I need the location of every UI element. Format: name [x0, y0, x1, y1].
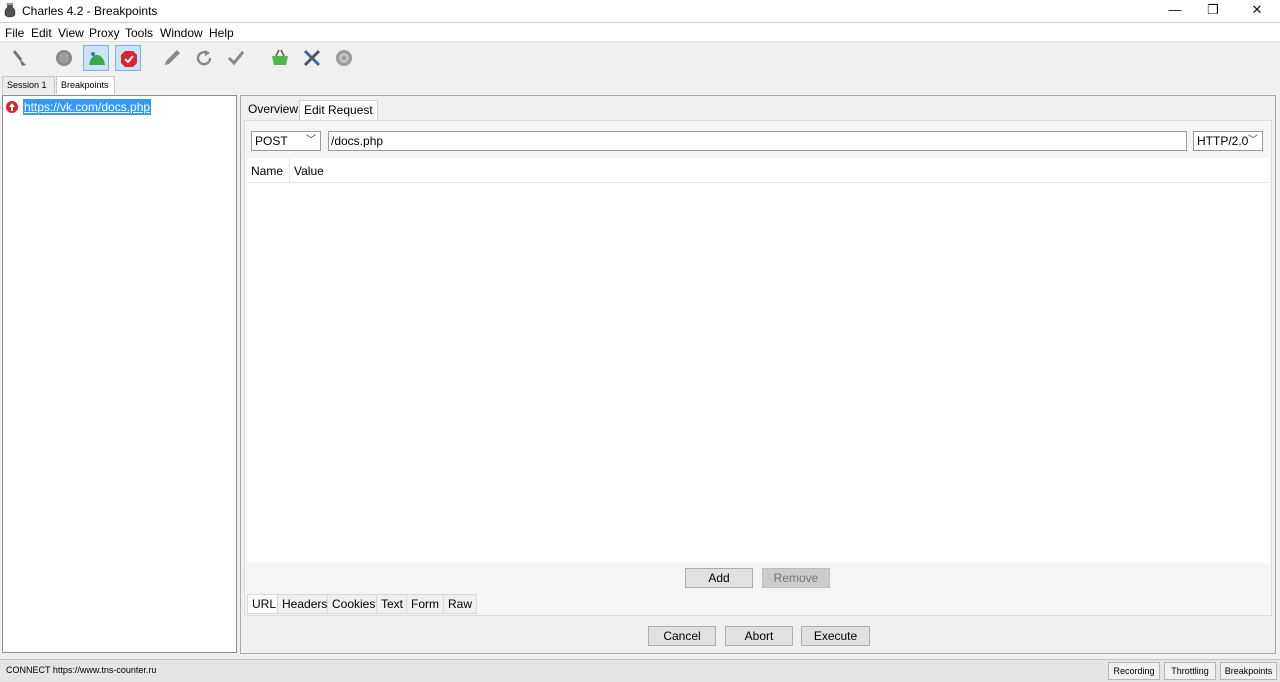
breakpoints-toggle-button[interactable] [115, 45, 141, 71]
record-button[interactable] [51, 45, 77, 71]
query-params-table[interactable]: Name Value [247, 158, 1269, 563]
subtab-raw[interactable]: Raw [443, 594, 478, 614]
subtab-headers[interactable]: Headers [277, 594, 333, 614]
charles-jug-icon [4, 3, 16, 18]
tab-breakpoints-label: Breakpoints [61, 80, 109, 90]
execute-button[interactable]: Execute [801, 626, 870, 646]
recording-status-button[interactable]: Recording [1108, 662, 1160, 680]
tab-overview[interactable]: Overview [244, 100, 302, 120]
throttle-icon [89, 52, 105, 65]
method-select[interactable]: POST ﹀ [251, 131, 321, 151]
subtab-cookies[interactable]: Cookies [327, 594, 381, 614]
throttling-status-button[interactable]: Throttling [1164, 662, 1216, 680]
check-icon [227, 51, 245, 66]
compose-button[interactable] [159, 45, 185, 71]
settings-button[interactable] [331, 45, 357, 71]
cancel-button[interactable]: Cancel [648, 626, 716, 646]
clear-session-button[interactable] [7, 45, 33, 71]
tools-icon [303, 49, 321, 67]
chevron-down-icon: ﹀ [306, 135, 316, 146]
breakpoints-status-button[interactable]: Breakpoints [1220, 662, 1277, 680]
toolbar [0, 42, 1280, 74]
column-header-value[interactable]: Value [294, 164, 324, 178]
tab-session-1[interactable]: Session 1 * [2, 76, 55, 106]
tree-url-label: https://vk.com/docs.php [23, 99, 152, 115]
restore-button[interactable]: ❐ [1190, 0, 1236, 22]
basket-icon [272, 49, 288, 65]
pen-icon [165, 50, 180, 65]
request-tree[interactable]: https://vk.com/docs.php [2, 95, 237, 653]
menu-view[interactable]: View [58, 26, 84, 40]
tab-edit-request-label: Edit Request [304, 103, 373, 117]
path-value: /docs.php [331, 134, 384, 148]
protocol-select[interactable]: HTTP/2.0 ﹀ [1193, 131, 1263, 151]
menu-window[interactable]: Window [160, 26, 203, 40]
validate-button[interactable] [223, 45, 249, 71]
tab-breakpoints[interactable]: Breakpoints [56, 76, 115, 94]
path-input[interactable]: /docs.php [328, 131, 1187, 151]
session-tabs: Session 1 * Breakpoints [0, 74, 1280, 106]
column-divider[interactable] [289, 158, 290, 183]
tab-overview-label: Overview [248, 102, 299, 116]
repeat-button[interactable] [191, 45, 217, 71]
subtab-form[interactable]: Form [406, 594, 444, 614]
table-header: Name Value [247, 158, 1269, 183]
throttle-button[interactable] [83, 45, 109, 71]
add-param-button[interactable]: Add [685, 568, 753, 588]
record-icon [56, 50, 72, 66]
tools-button[interactable] [299, 45, 325, 71]
menu-help[interactable]: Help [209, 26, 234, 40]
settings-gear-icon [336, 50, 352, 66]
breakpoint-marker-icon [6, 101, 18, 113]
refresh-icon [196, 50, 212, 66]
broom-icon [12, 50, 26, 66]
subtab-url[interactable]: URL [247, 594, 282, 614]
breakpoint-editor-panel: Overview Edit Request POST ﹀ /docs.php H… [240, 95, 1276, 654]
edit-request-area: POST ﹀ /docs.php HTTP/2.0 ﹀ Name Value A… [244, 120, 1272, 616]
menu-tools[interactable]: Tools [125, 26, 153, 40]
window-title: Charles 4.2 - Breakpoints [22, 4, 158, 18]
abort-button[interactable]: Abort [725, 626, 793, 646]
status-bar: CONNECT https://www.tns-counter.ru Recor… [0, 659, 1280, 682]
menu-proxy[interactable]: Proxy [89, 26, 120, 40]
menu-edit[interactable]: Edit [31, 26, 52, 40]
title-bar: Charles 4.2 - Breakpoints — ❐ ✕ [0, 0, 1280, 22]
tab-edit-request[interactable]: Edit Request [299, 100, 378, 120]
shopping-basket-button[interactable] [267, 45, 293, 71]
column-header-name[interactable]: Name [251, 164, 283, 178]
close-button[interactable]: ✕ [1234, 0, 1280, 22]
breakpoint-icon [121, 51, 137, 67]
menu-bar: File Edit View Proxy Tools Window Help [0, 22, 1280, 42]
remove-param-button[interactable]: Remove [762, 568, 830, 588]
tab-session-label: Session 1 [7, 80, 47, 90]
protocol-value: HTTP/2.0 [1197, 134, 1249, 148]
method-value: POST [255, 134, 288, 148]
subtab-text[interactable]: Text [376, 594, 409, 614]
chevron-down-icon: ﹀ [1248, 135, 1258, 146]
status-message: CONNECT https://www.tns-counter.ru [6, 665, 157, 675]
menu-file[interactable]: File [5, 26, 24, 40]
